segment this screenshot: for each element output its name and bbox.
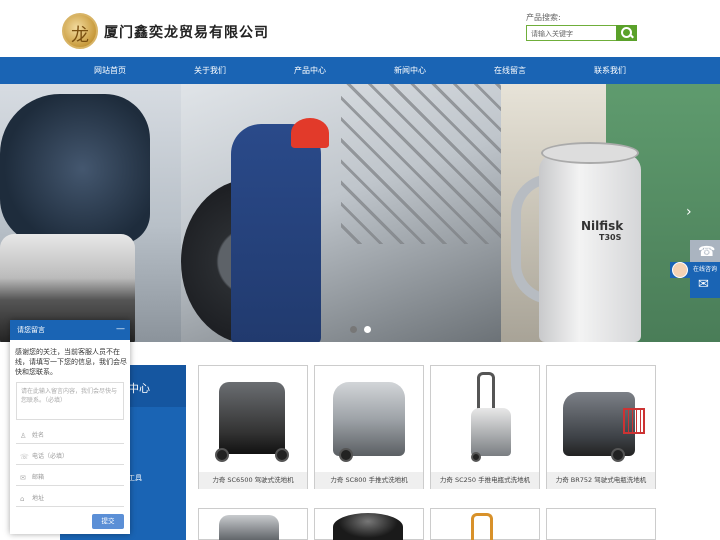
slide-dot-1[interactable] bbox=[350, 326, 357, 333]
search-label: 产品搜索: bbox=[526, 13, 561, 22]
submit-button[interactable]: 提交 bbox=[92, 514, 124, 529]
message-textarea[interactable]: 请在此输入留言内容，我们会尽快与您联系。（必填） bbox=[16, 382, 124, 420]
nav-about[interactable]: 关于我们 bbox=[160, 57, 260, 84]
email-field[interactable]: ✉ 邮箱 bbox=[16, 470, 124, 486]
product-image bbox=[205, 372, 301, 472]
phone-icon: ☏ bbox=[20, 453, 29, 461]
wheel bbox=[275, 448, 289, 462]
scrubber-handle bbox=[477, 372, 495, 412]
walk-behind-scrubber bbox=[333, 382, 405, 456]
worker bbox=[231, 124, 321, 342]
phone-placeholder: 电话（必填） bbox=[32, 453, 69, 460]
ride-on-scrubber bbox=[219, 382, 285, 454]
product-caption[interactable]: 力奇 BR752 驾驶式电瓶洗地机 bbox=[547, 472, 655, 489]
product-card[interactable] bbox=[430, 508, 540, 540]
main-nav: 网站首页 关于我们 产品中心 新闻中心 在线留言 联系我们 bbox=[0, 57, 720, 84]
product-card[interactable]: 力奇 SC250 手推电瓶式洗地机 bbox=[430, 365, 540, 489]
wheel bbox=[215, 448, 229, 462]
chat-message: 感谢您的关注，当前客服人员不在线，请填写一下您的信息，我们会尽快和您联系。 bbox=[15, 348, 127, 376]
product-card[interactable] bbox=[546, 508, 656, 540]
red-helmet bbox=[291, 118, 329, 148]
slide-dot-2[interactable] bbox=[364, 326, 371, 333]
wheel bbox=[471, 452, 481, 462]
name-placeholder: 姓名 bbox=[32, 432, 45, 439]
compact-scrubber bbox=[471, 408, 511, 456]
product-card[interactable]: 力奇 BR752 驾驶式电瓶洗地机 bbox=[546, 365, 656, 489]
model-label: T30S bbox=[599, 233, 622, 242]
engine-block bbox=[0, 94, 150, 244]
search-button[interactable] bbox=[616, 25, 637, 41]
chat-title: 请您留言 bbox=[10, 320, 130, 340]
search-input[interactable]: 请输入关键字 bbox=[526, 25, 616, 41]
leave-message-widget: 请您留言 — 感谢您的关注，当前客服人员不在线，请填写一下您的信息，我们会尽快和… bbox=[10, 320, 130, 534]
nav-home[interactable]: 网站首页 bbox=[60, 57, 160, 84]
steel-truss bbox=[341, 84, 501, 244]
address-placeholder: 地址 bbox=[32, 495, 45, 502]
address-field[interactable]: ⌂ 地址 bbox=[16, 491, 124, 507]
nav-contact[interactable]: 联系我们 bbox=[560, 57, 660, 84]
wheel bbox=[611, 448, 625, 462]
sidebar-title: 中心 bbox=[128, 382, 150, 395]
minimize-button[interactable]: — bbox=[116, 320, 125, 338]
banner-image-machinery bbox=[0, 84, 181, 342]
company-name: 厦门鑫奕龙贸易有限公司 bbox=[104, 25, 269, 41]
product-image bbox=[471, 513, 493, 540]
next-slide-icon[interactable]: › bbox=[686, 204, 696, 220]
email-placeholder: 邮箱 bbox=[32, 474, 45, 481]
product-image bbox=[437, 372, 533, 472]
mail-icon: ✉ bbox=[20, 474, 26, 482]
phone-field[interactable]: ☏ 电话（必填） bbox=[16, 449, 124, 465]
product-card[interactable]: 力奇 SC6500 驾驶式洗地机 bbox=[198, 365, 308, 489]
basket bbox=[623, 408, 645, 434]
product-caption[interactable]: 力奇 SC250 手推电瓶式洗地机 bbox=[431, 472, 539, 489]
product-card[interactable]: 力奇 SC800 手推式洗地机 bbox=[314, 365, 424, 489]
vacuum-lid bbox=[541, 142, 639, 164]
hero-banner[interactable]: Nilfisk T30S › bbox=[0, 84, 720, 342]
name-field[interactable]: ♙ 姓名 bbox=[16, 428, 124, 444]
product-image bbox=[321, 372, 417, 472]
product-image bbox=[553, 372, 649, 472]
product-image bbox=[219, 515, 279, 540]
nav-news[interactable]: 新闻中心 bbox=[360, 57, 460, 84]
page: 厦门鑫奕龙贸易有限公司 产品搜索: 请输入关键字 网站首页 关于我们 产品中心 … bbox=[0, 0, 720, 540]
user-icon: ♙ bbox=[20, 432, 27, 440]
company-logo[interactable] bbox=[62, 13, 98, 49]
mail-icon[interactable] bbox=[690, 274, 720, 298]
nav-message[interactable]: 在线留言 bbox=[460, 57, 560, 84]
banner-image-pressure-washer bbox=[181, 84, 501, 342]
product-card[interactable] bbox=[314, 508, 424, 540]
product-image bbox=[333, 513, 403, 540]
sidebar-item[interactable]: 工具 bbox=[128, 473, 142, 483]
nav-products[interactable]: 产品中心 bbox=[260, 57, 360, 84]
product-caption[interactable]: 力奇 SC6500 驾驶式洗地机 bbox=[199, 472, 307, 489]
site-header: 厦门鑫奕龙贸易有限公司 产品搜索: 请输入关键字 bbox=[0, 0, 720, 57]
wheel bbox=[339, 448, 353, 462]
location-icon: ⌂ bbox=[20, 495, 25, 503]
avatar bbox=[672, 262, 688, 278]
product-card[interactable] bbox=[198, 508, 308, 540]
product-caption[interactable]: 力奇 SC800 手推式洗地机 bbox=[315, 472, 423, 489]
